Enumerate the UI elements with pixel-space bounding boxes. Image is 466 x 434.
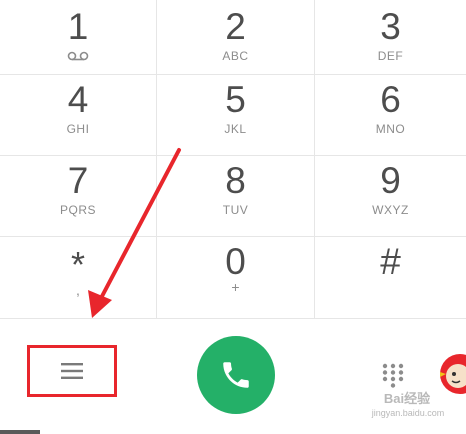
bottom-edge-strip bbox=[0, 430, 40, 434]
key-digit: 4 bbox=[67, 79, 89, 120]
key-digit: 6 bbox=[380, 79, 401, 120]
key-digit: # bbox=[380, 241, 401, 282]
key-letters: DEF bbox=[377, 49, 404, 63]
key-letters: GHI bbox=[66, 122, 90, 136]
key-letters: PQRS bbox=[59, 203, 96, 217]
key-letters: MNO bbox=[375, 122, 406, 136]
key-3[interactable]: 3 DEF bbox=[315, 0, 466, 75]
voicemail-icon bbox=[67, 51, 89, 61]
key-letters: WXYZ bbox=[372, 203, 409, 217]
key-digit: 1 bbox=[67, 6, 89, 47]
key-digit: 9 bbox=[380, 160, 401, 201]
key-7[interactable]: 7 PQRS bbox=[0, 156, 157, 237]
key-0[interactable]: 0 + bbox=[157, 237, 315, 318]
dialpad-icon[interactable] bbox=[381, 363, 405, 389]
key-letters: TUV bbox=[222, 203, 249, 217]
key-digit: 7 bbox=[67, 160, 89, 201]
key-letters: + bbox=[231, 279, 240, 295]
key-1[interactable]: 1 bbox=[0, 0, 157, 75]
key-digit: 3 bbox=[380, 6, 401, 47]
key-8[interactable]: 8 TUV bbox=[157, 156, 315, 237]
key-9[interactable]: 9 WXYZ bbox=[315, 156, 466, 237]
key-hash[interactable]: # bbox=[315, 237, 466, 318]
key-6[interactable]: 6 MNO bbox=[315, 75, 466, 156]
call-button[interactable] bbox=[197, 336, 275, 414]
key-star[interactable]: * , bbox=[0, 237, 157, 318]
key-digit: 5 bbox=[225, 79, 246, 120]
watermark-text: Bai经验 bbox=[383, 391, 431, 406]
key-2[interactable]: 2 ABC bbox=[157, 0, 315, 75]
key-letters: JKL bbox=[224, 122, 247, 136]
dial-keypad: 1 2 ABC 3 DEF 4 GHI 5 JKL 6 MNO 7 PQRS 8… bbox=[0, 0, 466, 319]
watermark-url: jingyan.baidu.com bbox=[371, 408, 445, 418]
key-digit: * bbox=[70, 244, 85, 285]
menu-icon bbox=[61, 363, 83, 379]
key-4[interactable]: 4 GHI bbox=[0, 75, 157, 156]
phone-icon bbox=[223, 362, 249, 388]
key-digit: 2 bbox=[225, 6, 246, 47]
key-digit: 8 bbox=[225, 160, 246, 201]
key-digit: 0 bbox=[225, 241, 246, 282]
menu-button[interactable] bbox=[27, 345, 117, 397]
key-letters: ABC bbox=[222, 49, 249, 63]
key-5[interactable]: 5 JKL bbox=[157, 75, 315, 156]
key-letters: , bbox=[76, 282, 80, 298]
